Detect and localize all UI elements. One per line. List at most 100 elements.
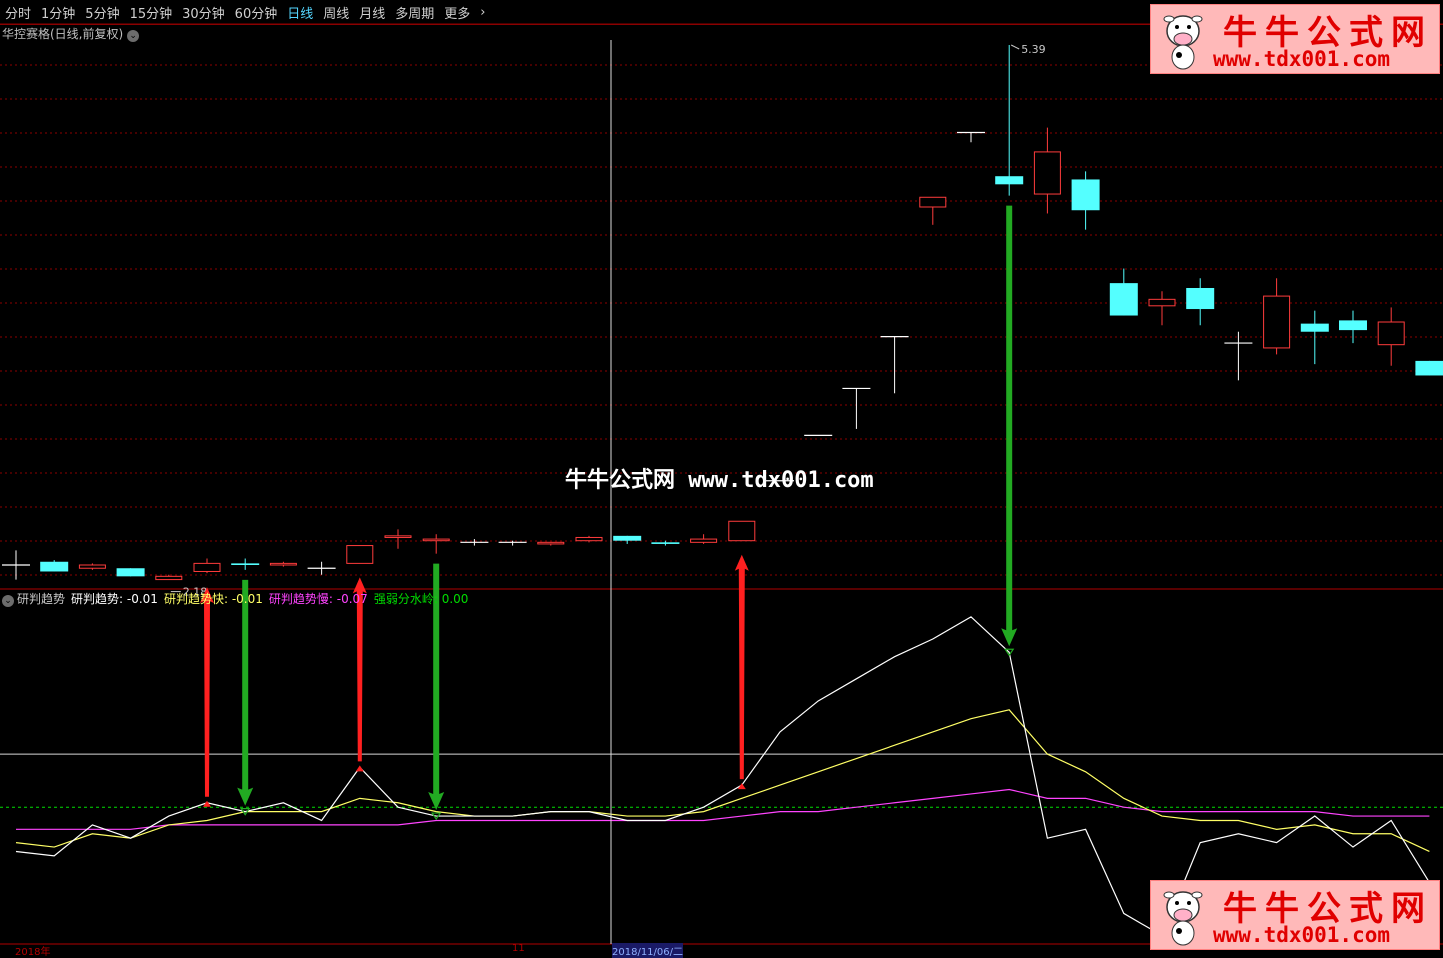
candle-body: [1186, 287, 1215, 310]
candle-body: [1109, 283, 1138, 316]
candle-body: [116, 568, 145, 577]
candle-body: [651, 542, 680, 544]
chevron-down-icon[interactable]: ⌄: [127, 30, 140, 42]
candle[interactable]: [919, 196, 947, 225]
date-label: 2018/11/06/二: [612, 943, 684, 958]
candle[interactable]: [1109, 268, 1138, 316]
period-tab[interactable]: 分时: [0, 3, 36, 22]
candle-body: [613, 535, 642, 541]
period-tab[interactable]: 1分钟: [36, 3, 80, 22]
candle[interactable]: [155, 574, 183, 581]
candle[interactable]: [957, 131, 985, 143]
candle-body: [995, 176, 1024, 185]
indicator-value-label: 研判趋势快: [163, 592, 224, 606]
candle-body: [1300, 323, 1329, 332]
candle[interactable]: [498, 540, 527, 546]
candle[interactable]: [1186, 278, 1215, 326]
candle-body: [1263, 295, 1291, 349]
brand-logo[interactable]: 牛牛公式网 www.tdx001.com: [1150, 4, 1440, 74]
candle[interactable]: [422, 534, 450, 554]
period-tab[interactable]: 30分钟: [177, 3, 230, 22]
indicator-value-label: 强弱分水岭: [373, 592, 434, 606]
indicator-value-number: 0.00: [441, 592, 469, 606]
indicator-name[interactable]: 研判趋势: [17, 592, 65, 606]
candle-body: [422, 538, 450, 542]
period-tab[interactable]: 日线: [282, 3, 318, 22]
candle[interactable]: [269, 561, 297, 567]
candle[interactable]: [537, 541, 565, 546]
period-tab[interactable]: 月线: [354, 3, 390, 22]
candle[interactable]: [690, 534, 718, 544]
candle[interactable]: [1148, 291, 1176, 326]
candle-body: [537, 541, 565, 545]
candle[interactable]: [307, 561, 336, 575]
chevron-right-icon[interactable]: ›: [475, 5, 490, 20]
logo-url: www.tdx001.com: [1213, 47, 1391, 71]
price-panel: 5.392.18: [2, 43, 1443, 599]
indicator-value: 研判趋势慢: -0.07: [268, 592, 368, 606]
candle[interactable]: [842, 387, 871, 429]
indicator-value-number: -0.01: [231, 592, 263, 606]
period-tab[interactable]: 5分钟: [80, 3, 124, 22]
candle[interactable]: [193, 558, 221, 574]
candle-body: [78, 564, 106, 569]
indicator-values: 研判趋势: -0.01 研判趋势快: -0.01 研判趋势慢: -0.07 强弱分水岭…: [71, 592, 474, 606]
indicator-value-label: 研判趋势慢: [268, 592, 329, 606]
period-tab[interactable]: 周线: [318, 3, 354, 22]
indicator-value-number: -0.01: [126, 592, 158, 606]
candle[interactable]: [575, 535, 603, 543]
buy-arrow-shape: [200, 587, 214, 797]
indicator-value-number: -0.07: [336, 592, 368, 606]
price-high-pointer: [1010, 44, 1020, 50]
period-tab[interactable]: 15分钟: [125, 3, 178, 22]
candle[interactable]: [460, 539, 489, 546]
candle-body: [231, 563, 260, 565]
candle[interactable]: [1263, 278, 1291, 355]
candle-body: [40, 561, 69, 572]
candle-body: [1033, 151, 1061, 195]
fast-trend-line: [15, 709, 1430, 853]
candle[interactable]: [995, 45, 1024, 196]
price-high-label: 5.39: [1021, 43, 1045, 56]
candle-body: [575, 536, 603, 542]
period-tab[interactable]: 多周期: [390, 3, 439, 22]
candle-body: [1339, 320, 1367, 331]
candle-body: [1415, 360, 1443, 376]
candle-body: [919, 196, 947, 208]
sell-signal-arrow: [1001, 205, 1018, 657]
candle-body: [269, 562, 297, 566]
date-axis: 2018年 11 2018/11/06/二: [0, 943, 1443, 958]
stock-title[interactable]: 华控赛格(日线,前复权) ⌄: [2, 25, 140, 42]
candle[interactable]: [231, 558, 260, 570]
stock-title-label: 华控赛格(日线,前复权): [2, 27, 124, 41]
candle[interactable]: [613, 535, 642, 544]
candle[interactable]: [1339, 310, 1367, 344]
candle[interactable]: [346, 545, 374, 564]
candle[interactable]: [1415, 360, 1443, 376]
candle[interactable]: [1377, 307, 1405, 366]
candle[interactable]: [78, 563, 106, 570]
candle[interactable]: [384, 529, 412, 549]
candle-body: [193, 562, 221, 572]
sell-signal-arrow: [237, 579, 254, 816]
sell-arrow-shape: [1001, 205, 1018, 647]
period-tab[interactable]: 60分钟: [230, 3, 283, 22]
candle[interactable]: [1071, 171, 1100, 230]
candle[interactable]: [880, 335, 909, 394]
candle-body: [1148, 298, 1176, 307]
chevron-down-icon[interactable]: ⌄: [2, 595, 14, 607]
candle[interactable]: [1224, 331, 1253, 381]
candle[interactable]: [116, 568, 145, 577]
candle[interactable]: [40, 560, 69, 572]
buy-signal-arrow: [200, 587, 214, 807]
cow-mascot-icon: [1163, 891, 1203, 946]
indicator-legend: ⌄ 研判趋势 研判趋势: -0.01 研判趋势快: -0.01 研判趋势慢: -0.07…: [2, 590, 474, 607]
indicator-value: 强弱分水岭: 0.00: [373, 592, 469, 606]
brand-logo[interactable]: 牛牛公式网 www.tdx001.com: [1150, 880, 1440, 950]
candle-body: [155, 575, 183, 581]
candle-body: [728, 520, 756, 542]
period-tab[interactable]: 更多: [439, 3, 475, 22]
indicator-value-label: 研判趋势: [71, 592, 120, 606]
logo-url: www.tdx001.com: [1213, 923, 1391, 947]
candle[interactable]: [728, 520, 756, 542]
